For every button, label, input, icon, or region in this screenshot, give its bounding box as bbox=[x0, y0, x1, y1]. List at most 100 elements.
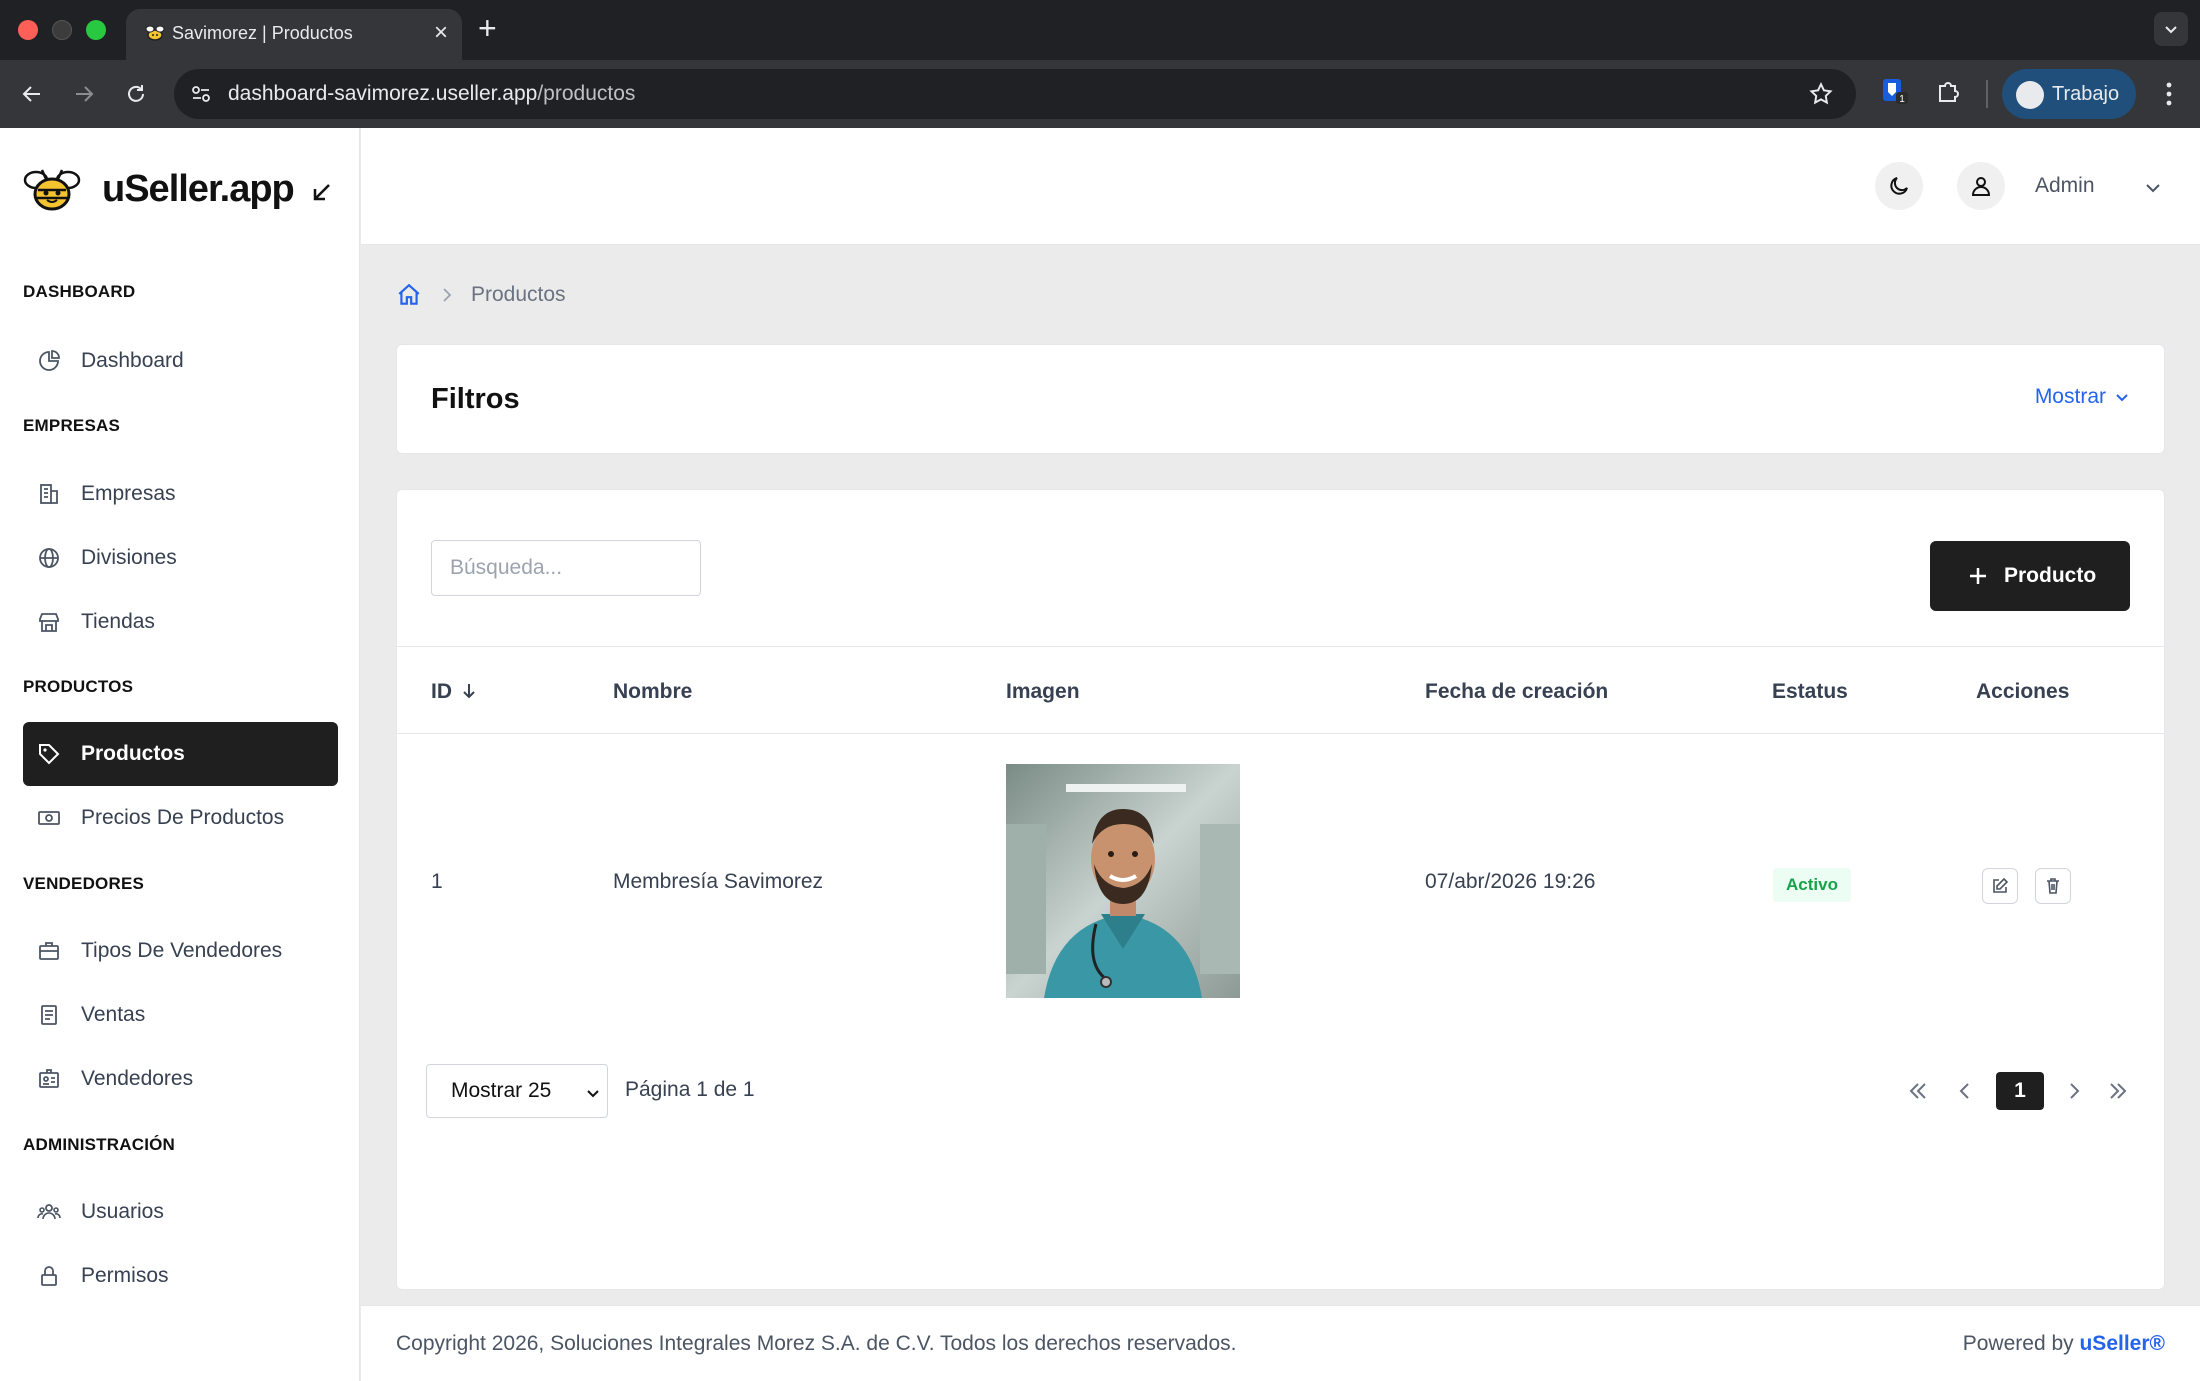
bookmark-star-icon[interactable] bbox=[1808, 81, 1834, 107]
user-avatar-button[interactable] bbox=[1957, 162, 2005, 210]
back-button[interactable] bbox=[16, 78, 48, 110]
collapse-sidebar-arrow-icon[interactable] bbox=[310, 180, 334, 204]
sidebar-item-tiendas[interactable]: Tiendas bbox=[23, 590, 338, 654]
add-product-button[interactable]: Producto bbox=[1930, 541, 2130, 611]
sidebar-item-dashboard[interactable]: Dashboard bbox=[23, 329, 338, 393]
sidebar-item-vendedores[interactable]: Vendedores bbox=[23, 1047, 338, 1111]
column-header-fecha[interactable]: Fecha de creación bbox=[1425, 680, 1608, 704]
chevron-left-icon bbox=[1959, 1083, 1969, 1099]
user-icon bbox=[1971, 177, 1991, 196]
column-label: ID bbox=[431, 680, 452, 703]
section-dashboard: DASHBOARD bbox=[23, 282, 136, 301]
sidebar-item-divisiones[interactable]: Divisiones bbox=[23, 526, 338, 590]
delete-button[interactable] bbox=[2035, 868, 2071, 904]
column-header-estatus[interactable]: Estatus bbox=[1772, 680, 1848, 704]
per-page-select[interactable]: Mostrar 25 bbox=[426, 1064, 608, 1118]
sidebar-item-precios-de-productos[interactable]: Precios De Productos bbox=[23, 786, 338, 850]
browser-tab-active[interactable]: Savimorez | Productos × bbox=[126, 9, 462, 60]
footer: Copyright 2026, Soluciones Integrales Mo… bbox=[361, 1305, 2200, 1381]
site-settings-icon[interactable] bbox=[190, 83, 212, 105]
moon-icon bbox=[1890, 177, 1908, 195]
chevrons-right-icon bbox=[2110, 1083, 2127, 1099]
sidebar: uSeller.app DASHBOARD Dashboard EMPRESAS… bbox=[0, 128, 360, 1381]
building-icon bbox=[40, 484, 58, 504]
sidebar-item-label: Permisos bbox=[81, 1264, 169, 1287]
brand-name: uSeller.app bbox=[102, 168, 295, 210]
product-image bbox=[1006, 764, 1240, 998]
sidebar-item-label: Ventas bbox=[81, 1003, 146, 1026]
reload-button[interactable] bbox=[120, 78, 152, 110]
tab-search-button[interactable] bbox=[2154, 12, 2188, 46]
doctor-photo-image bbox=[1006, 764, 1240, 998]
page-button-current[interactable]: 1 bbox=[1996, 1072, 2044, 1110]
forward-button[interactable] bbox=[68, 78, 100, 110]
app-root: uSeller.app DASHBOARD Dashboard EMPRESAS… bbox=[0, 128, 2200, 1381]
sidebar-item-label: Empresas bbox=[81, 482, 176, 505]
id-badge-icon bbox=[39, 1069, 59, 1088]
column-header-nombre[interactable]: Nombre bbox=[613, 680, 692, 704]
briefcase-icon bbox=[39, 942, 59, 960]
arrow-right-icon bbox=[76, 86, 94, 102]
section-vendedores: VENDEDORES bbox=[23, 874, 145, 893]
url-host: dashboard-savimorez.useller.app bbox=[228, 82, 538, 105]
column-header-id[interactable]: ID bbox=[431, 680, 478, 704]
extensions-puzzle-icon[interactable] bbox=[1934, 78, 1962, 106]
extension-bitwarden-icon[interactable]: 1 bbox=[1880, 76, 1910, 106]
sidebar-item-label: Precios De Productos bbox=[81, 806, 285, 829]
edit-button[interactable] bbox=[1982, 868, 2018, 904]
powered-by: Powered by uSeller® bbox=[1963, 1332, 2165, 1356]
user-name[interactable]: Admin bbox=[2035, 174, 2095, 198]
chevron-down-icon bbox=[587, 1090, 599, 1098]
sidebar-item-ventas[interactable]: Ventas bbox=[23, 983, 338, 1047]
chevron-down-icon[interactable] bbox=[2143, 178, 2163, 198]
powered-prefix: Powered by bbox=[1962, 1332, 2074, 1355]
profile-avatar-icon bbox=[2016, 81, 2044, 109]
last-page-button[interactable] bbox=[2103, 1076, 2133, 1106]
address-bar[interactable]: dashboard-savimorez.useller.app/producto… bbox=[174, 69, 1856, 119]
profile-label: Trabajo bbox=[2052, 83, 2120, 105]
window-maximize-button[interactable] bbox=[86, 20, 106, 40]
tag-icon bbox=[39, 744, 60, 765]
filters-toggle-button[interactable]: Mostrar bbox=[2035, 385, 2130, 409]
url-text: dashboard-savimorez.useller.app/producto… bbox=[228, 82, 635, 106]
column-header-imagen: Imagen bbox=[1006, 680, 1080, 703]
new-tab-plus-icon[interactable]: + bbox=[478, 10, 497, 46]
cell-id: 1 bbox=[431, 870, 443, 893]
profile-chip[interactable]: Trabajo bbox=[2002, 69, 2136, 119]
column-header-acciones: Acciones bbox=[1976, 680, 2070, 703]
theme-toggle-button[interactable] bbox=[1875, 162, 1923, 210]
add-product-label: Producto bbox=[2004, 564, 2097, 587]
sidebar-item-usuarios[interactable]: Usuarios bbox=[23, 1180, 338, 1244]
sidebar-item-label: Tipos De Vendedores bbox=[81, 939, 283, 962]
sidebar-item-empresas[interactable]: Empresas bbox=[23, 462, 338, 526]
sort-arrow-down-icon bbox=[463, 683, 475, 699]
page-info: Página 1 de 1 bbox=[625, 1078, 755, 1101]
first-page-button[interactable] bbox=[1903, 1076, 1933, 1106]
window-close-button[interactable] bbox=[18, 20, 38, 40]
section-administracion: ADMINISTRACIÓN bbox=[23, 1135, 176, 1154]
products-table-card: Producto ID Nombre Imagen Fecha de creac… bbox=[396, 489, 2165, 1290]
powered-brand-link[interactable]: uSeller® bbox=[2079, 1332, 2165, 1355]
window-minimize-button[interactable] bbox=[52, 20, 72, 40]
search-input[interactable] bbox=[431, 540, 701, 596]
browser-menu-icon[interactable] bbox=[2160, 80, 2178, 108]
chevron-right-icon bbox=[443, 288, 452, 302]
tab-close-icon[interactable]: × bbox=[434, 19, 448, 47]
receipt-icon bbox=[41, 1005, 57, 1025]
copyright-text: Copyright 2026, Soluciones Integrales Mo… bbox=[396, 1332, 1237, 1355]
sidebar-item-permisos[interactable]: Permisos bbox=[23, 1244, 338, 1308]
previous-page-button[interactable] bbox=[1950, 1076, 1980, 1106]
sidebar-item-label: Divisiones bbox=[81, 546, 177, 569]
filters-toggle-label: Mostrar bbox=[2034, 385, 2106, 408]
store-icon bbox=[39, 613, 59, 632]
status-badge: Activo bbox=[1773, 868, 1851, 902]
chevron-down-icon bbox=[2165, 26, 2177, 34]
bee-logo-icon bbox=[23, 169, 81, 211]
sidebar-item-productos[interactable]: Productos bbox=[23, 722, 338, 786]
cell-fecha: 07/abr/2026 19:26 bbox=[1425, 870, 1596, 893]
next-page-button[interactable] bbox=[2059, 1076, 2089, 1106]
sidebar-item-tipos-de-vendedores[interactable]: Tipos De Vendedores bbox=[23, 919, 338, 983]
sidebar-item-label: Productos bbox=[81, 742, 185, 765]
pie-chart-icon bbox=[39, 350, 60, 371]
home-icon[interactable] bbox=[396, 282, 422, 308]
